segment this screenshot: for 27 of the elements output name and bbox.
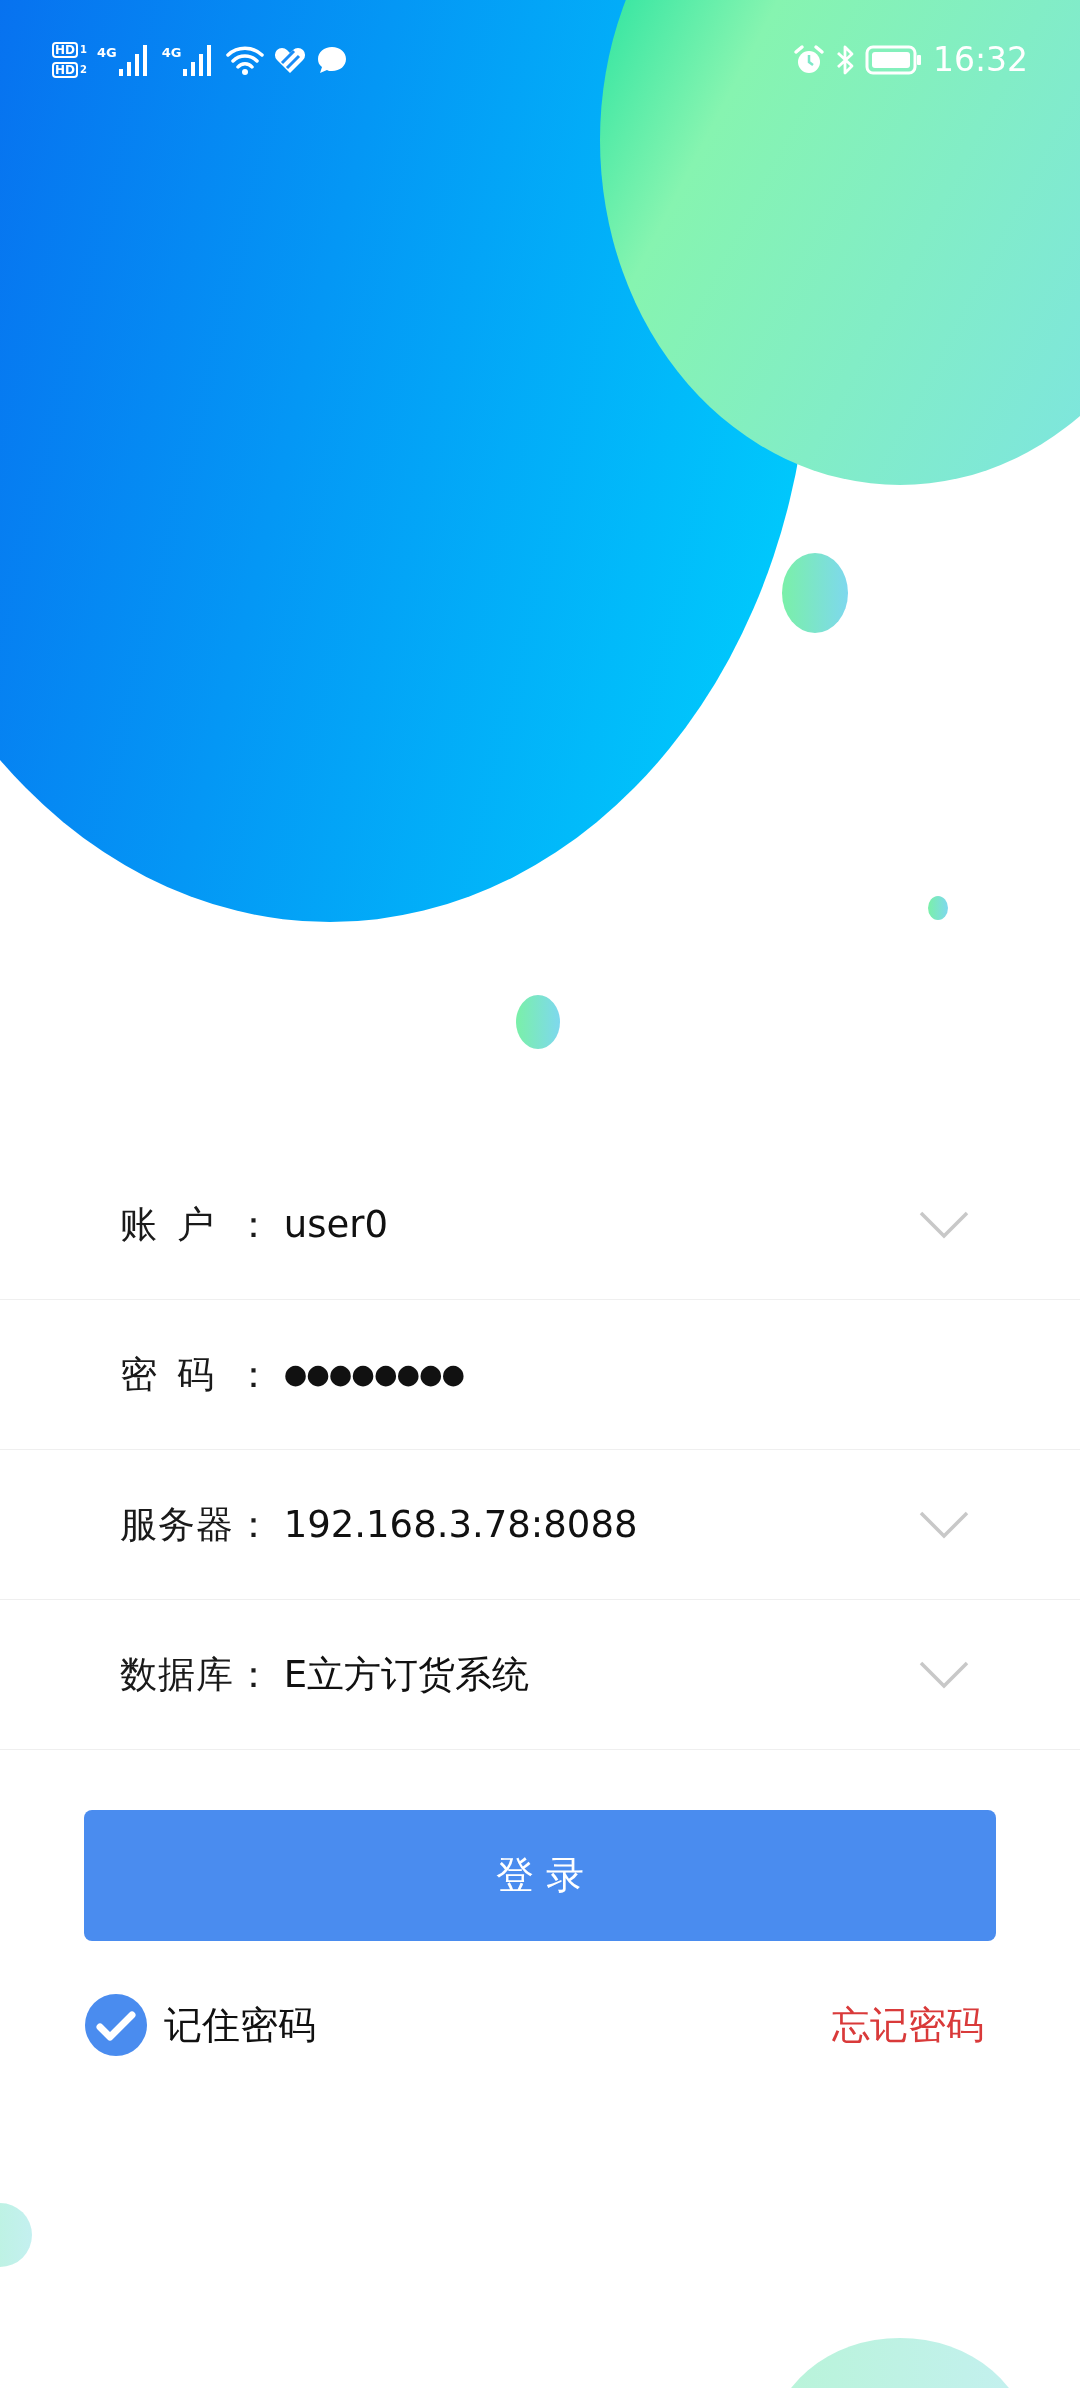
field-label: 数据库： xyxy=(120,1651,272,1698)
input-field[interactable]: E立方订货系统 xyxy=(271,1646,918,1703)
checkbox-label: 记住密码 xyxy=(164,2001,316,2049)
input-field[interactable]: user0 xyxy=(271,1196,918,1253)
chevron-down-icon[interactable] xyxy=(918,1509,970,1540)
clock-time: 16:32 xyxy=(932,39,1028,82)
battery-icon xyxy=(864,44,923,76)
input-field[interactable]: ●●●●●●●● xyxy=(271,1354,970,1395)
chevron-down-icon[interactable] xyxy=(918,1209,970,1240)
checkbox[interactable] xyxy=(84,1993,148,2057)
field-label: 账户： xyxy=(120,1201,272,1248)
alarm-icon xyxy=(792,44,825,76)
heart-icon xyxy=(274,45,307,75)
sim-number: 2 xyxy=(80,65,87,75)
bubble-drawing xyxy=(0,2203,32,2267)
field-label: 密码： xyxy=(120,1351,272,1398)
forgot-password-link[interactable]: 忘记密码 xyxy=(832,1996,984,2054)
network-label: 4G xyxy=(161,44,182,62)
sim-label: HD xyxy=(52,42,78,58)
chevron-down-icon[interactable] xyxy=(918,1659,970,1690)
sim-number: 1 xyxy=(80,45,87,55)
network-label: 4G xyxy=(97,44,117,62)
message-icon xyxy=(316,45,349,75)
input-field[interactable]: 192.168.3.78:8088 xyxy=(271,1496,918,1553)
wifi-icon xyxy=(226,44,265,76)
field-label: 服务器： xyxy=(120,1501,272,1548)
sim-label: HD xyxy=(52,62,78,78)
